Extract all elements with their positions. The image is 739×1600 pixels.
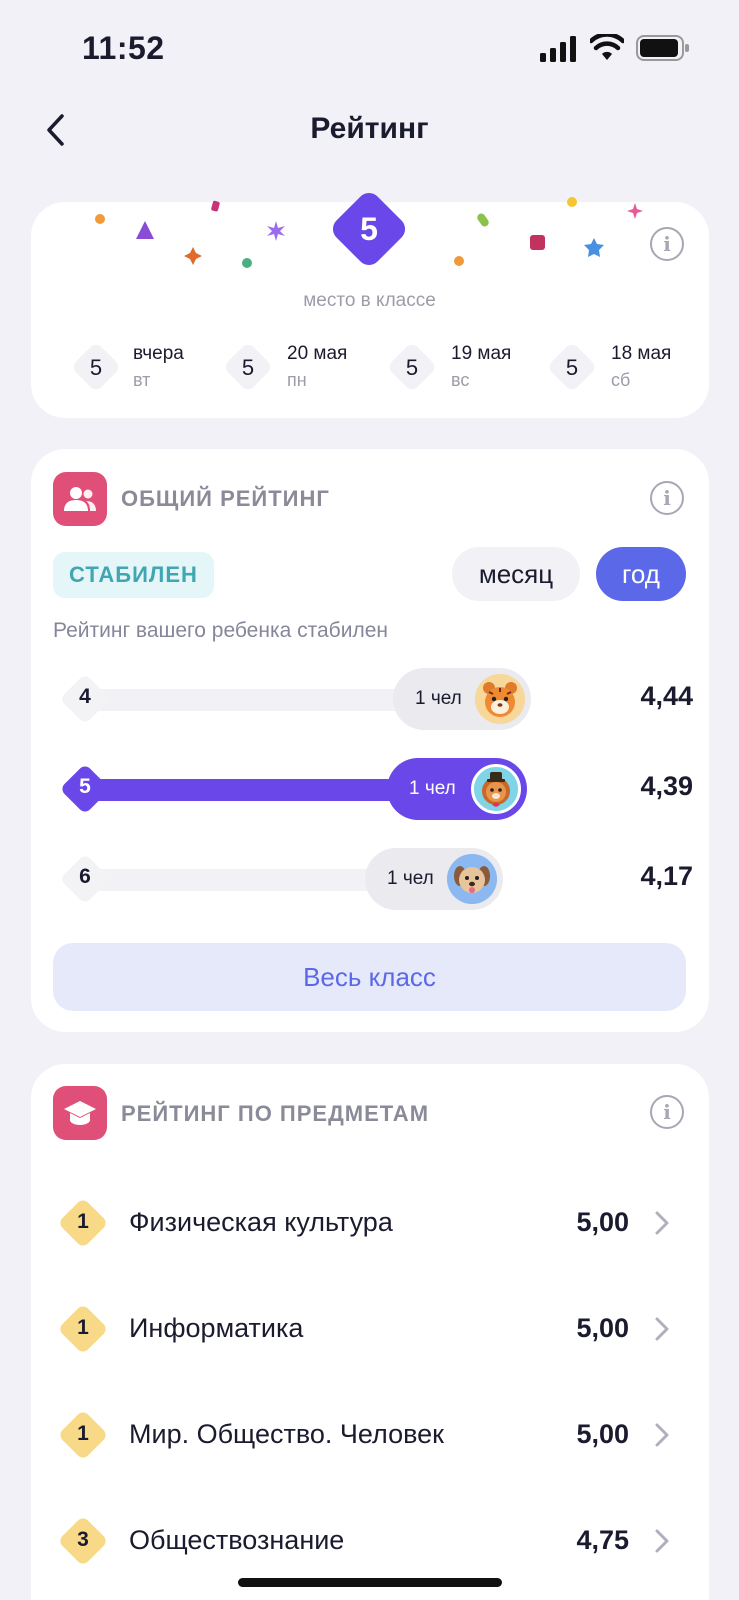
status-badge: СТАБИЛЕН (53, 552, 214, 598)
rank-count: 1 чел (387, 868, 434, 889)
chevron-right-icon (655, 1317, 669, 1341)
users-icon (53, 472, 107, 526)
rank-count: 1 чел (415, 688, 462, 709)
history-value: 5 (565, 355, 579, 380)
rank-pill: 1 чел (387, 758, 527, 820)
battery-icon (636, 35, 689, 61)
subject-row[interactable]: 3 Обществознание 4,75 (53, 1501, 693, 1581)
history-day: сб (611, 370, 631, 390)
info-icon[interactable]: i (650, 227, 684, 261)
history-day: пн (287, 370, 307, 390)
history-value: 5 (89, 355, 103, 380)
lion-avatar (471, 764, 521, 814)
rank-number: 5 (79, 775, 91, 798)
subject-name: Мир. Общество. Человек (129, 1419, 444, 1449)
subject-row[interactable]: 1 Физическая культура 5,00 (53, 1183, 693, 1263)
rank-number: 6 (79, 865, 91, 888)
subject-name: Физическая культура (129, 1207, 393, 1237)
rank-score: 4,39 (640, 771, 693, 801)
chevron-right-icon (655, 1211, 669, 1235)
history-value: 5 (405, 355, 419, 380)
rank-score: 4,17 (640, 861, 693, 891)
section-title: РЕЙТИНГ ПО ПРЕДМЕТАМ (121, 1101, 430, 1126)
subject-score: 5,00 (576, 1419, 629, 1449)
tiger-avatar (475, 674, 525, 724)
rank-number: 4 (79, 685, 91, 708)
rank-row: 6 1 чел 4,17 (53, 847, 693, 911)
subject-score: 4,75 (576, 1525, 629, 1555)
subject-score: 5,00 (576, 1207, 629, 1237)
subject-row[interactable]: 1 Мир. Общество. Человек 5,00 (53, 1395, 693, 1475)
subject-name: Обществознание (129, 1525, 345, 1555)
period-year-button[interactable]: год (596, 547, 686, 601)
info-icon[interactable]: i (650, 1095, 684, 1129)
history-date: 19 мая (451, 343, 512, 364)
subject-rank: 1 (77, 1316, 89, 1339)
status-bar: 11:52 (0, 0, 739, 96)
subject-row[interactable]: 1 Информатика 5,00 (53, 1289, 693, 1369)
wifi-icon (590, 34, 624, 60)
rank-row: 4 1 чел 4,44 (53, 667, 693, 731)
rank-row-self: 5 1 чел 4,39 (53, 757, 693, 821)
history-value: 5 (241, 355, 255, 380)
graduation-cap-icon (53, 1086, 107, 1140)
status-time: 11:52 (82, 30, 165, 66)
rank-pill: 1 чел (365, 848, 503, 910)
rank-count: 1 чел (409, 778, 456, 799)
place-label: место в классе (303, 290, 436, 311)
chevron-right-icon (655, 1423, 669, 1447)
dog-avatar (447, 854, 497, 904)
place-value: 5 (360, 211, 378, 247)
subject-name: Информатика (129, 1313, 304, 1343)
subject-score: 5,00 (576, 1313, 629, 1343)
page-title: Рейтинг (310, 112, 429, 145)
subject-rank: 1 (77, 1422, 89, 1445)
rating-description: Рейтинг вашего ребенка стабилен (53, 619, 388, 642)
history-day: вс (451, 370, 470, 390)
rank-score: 4,44 (640, 681, 693, 711)
history-day: вт (133, 370, 151, 390)
history-date: 18 мая (611, 343, 672, 364)
whole-class-button[interactable]: Весь класс (53, 943, 686, 1011)
subject-rank: 3 (77, 1528, 89, 1551)
period-month-button[interactable]: месяц (452, 547, 580, 601)
section-title: ОБЩИЙ РЕЙТИНГ (121, 486, 330, 511)
rank-pill: 1 чел (393, 668, 531, 730)
subject-rank: 1 (77, 1210, 89, 1233)
home-indicator (238, 1578, 502, 1587)
history-date: вчера (133, 343, 184, 364)
info-icon[interactable]: i (650, 481, 684, 515)
history-date: 20 мая (287, 343, 348, 364)
signal-icon (540, 36, 576, 62)
chevron-right-icon (655, 1529, 669, 1553)
